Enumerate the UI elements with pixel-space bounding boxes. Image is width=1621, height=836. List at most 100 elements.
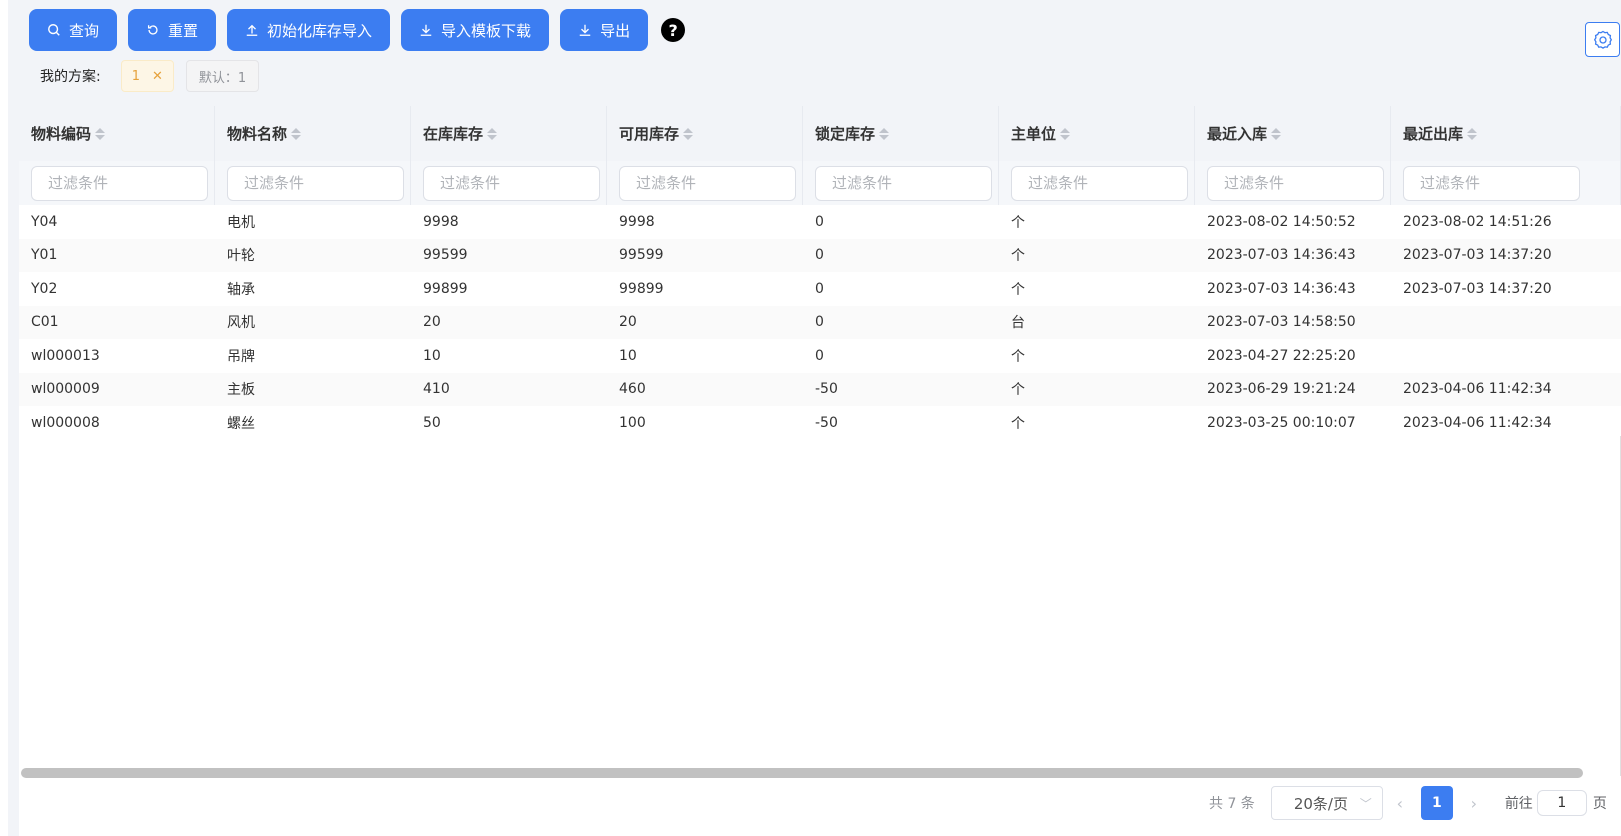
download-icon [420,24,432,36]
sort-icon[interactable] [879,127,890,140]
query-button[interactable]: 查询 [29,9,118,51]
filter-cell [999,161,1195,205]
table-cell: 410 [423,381,450,398]
column-header-label: 在库库存 [423,125,484,143]
table-cell: 2023-03-25 00:10:07 [1207,414,1356,431]
table-cell: -50 [815,414,838,431]
column-header[interactable]: 可用库存 [607,106,803,161]
table-cell: 0 [815,314,824,331]
table-cell: 9998 [423,213,459,230]
chevron-down-icon: ﹀ [1359,796,1372,811]
filter-input[interactable] [1403,165,1580,201]
sort-icon[interactable] [95,127,106,140]
table-cell: 0 [815,247,824,264]
table-cell: 轴承 [227,281,255,298]
sort-icon[interactable] [291,127,302,140]
filter-cell [803,161,999,205]
search-icon [48,24,60,36]
next-page-icon[interactable]: › [1457,794,1491,813]
export-button-label: 导出 [600,21,631,40]
sort-icon[interactable] [1060,127,1071,140]
pagination: 共 7 条 20条/页 ﹀ ‹ 1 › 前往 页 [1209,786,1607,820]
table-cell: 460 [619,381,646,398]
filter-cell [215,161,411,205]
table-cell: 0 [815,280,824,297]
refresh-icon [147,25,158,35]
table-cell: 2023-08-02 14:50:52 [1207,213,1356,230]
table-cell: 2023-08-02 14:51:26 [1403,213,1552,230]
table-cell: 个 [1011,348,1025,365]
table-cell: Y01 [31,247,58,264]
export-button[interactable]: 导出 [560,9,649,51]
column-header-label: 可用库存 [619,125,680,143]
sort-icon[interactable] [1467,127,1478,140]
table-cell: wl000008 [31,414,100,431]
page-size-select[interactable]: 20条/页 ﹀ [1270,786,1383,820]
table-row[interactable]: wl000013 吊牌 10 10 0 个 2023-04-27 22:25:20 [19,339,1621,373]
template-download-button[interactable]: 导入模板下载 [401,9,550,51]
column-header[interactable]: 最近出库 [1391,106,1621,161]
horizontal-scrollbar[interactable] [21,768,1583,778]
scheme-tag-default[interactable]: 默认：1 [185,60,260,92]
page-size-value: 20条/页 [1293,794,1348,813]
total-count: 共 7 条 [1209,796,1255,812]
filter-input[interactable] [31,165,208,201]
table-row[interactable]: wl000009 主板 410 460 -50 个 2023-06-29 19:21:24 2… [19,372,1621,406]
table-cell: 个 [1011,214,1025,231]
column-header[interactable]: 物料编码 [19,106,215,161]
query-button-label: 查询 [69,21,100,40]
column-header[interactable]: 最近入库 [1195,106,1391,161]
toolbar: 查询 重置 初始化库存导入 导入模板下载 导出 ? [29,8,686,52]
reset-button[interactable]: 重置 [128,9,217,51]
sort-icon[interactable] [683,127,694,140]
template-download-label: 导入模板下载 [441,21,532,40]
table-panel: 物料编码 物料名称 在库库存 可用库存 锁定库存 主单位 最近入库 最近出库 Y04 电机 999… [19,106,1621,836]
table-row[interactable]: Y01 叶轮 99599 99599 0 个 2023-07-03 14:36:43 2023… [19,238,1621,272]
column-header-label: 最近出库 [1403,125,1464,143]
sort-icon[interactable] [487,127,498,140]
table-row[interactable]: Y04 电机 9998 9998 0 个 2023-08-02 14:50:52 2023-0… [19,205,1621,239]
table-cell: 100 [619,414,646,431]
init-import-button[interactable]: 初始化库存导入 [227,9,391,51]
column-header[interactable]: 在库库存 [411,106,607,161]
table-cell: 2023-07-03 14:58:50 [1207,314,1356,331]
table-cell: Y02 [31,280,58,297]
init-import-label: 初始化库存导入 [267,21,373,40]
help-icon[interactable]: ? [661,18,686,42]
filter-input[interactable] [1207,165,1384,201]
column-header[interactable]: 物料名称 [215,106,411,161]
table-cell: 10 [619,347,637,364]
filter-input[interactable] [423,165,600,201]
page-number-current[interactable]: 1 [1420,786,1453,820]
table-cell: -50 [815,381,838,398]
prev-page-icon[interactable]: ‹ [1383,794,1417,813]
table-cell: 2023-04-06 11:42:34 [1403,414,1552,431]
table-cell: 10 [423,347,441,364]
column-settings-button[interactable] [1585,22,1620,57]
table-cell: 99599 [423,247,468,264]
table-cell: 0 [815,213,824,230]
table-cell: 吊牌 [227,348,255,365]
table-row[interactable]: Y02 轴承 99899 99899 0 个 2023-07-03 14:36:43 2023… [19,272,1621,306]
goto-page-input[interactable] [1536,790,1587,816]
column-header-label: 物料名称 [227,125,288,143]
column-header[interactable]: 主单位 [999,106,1195,161]
table-cell: 个 [1011,248,1025,265]
filter-input[interactable] [815,165,992,201]
table-cell: 个 [1011,382,1025,399]
table-cell: wl000013 [31,347,100,364]
table-cell: wl000009 [31,381,100,398]
scheme-tag-active[interactable]: 1 ✕ [120,60,174,92]
table-cell: 0 [815,347,824,364]
filter-input[interactable] [227,165,404,201]
column-header-label: 最近入库 [1207,125,1268,143]
close-icon[interactable]: ✕ [152,69,163,84]
sort-icon[interactable] [1271,127,1282,140]
filter-input[interactable] [619,165,796,201]
table-row[interactable]: wl000008 螺丝 50 100 -50 个 2023-03-25 00:10:07 20… [19,406,1621,440]
upload-icon [246,24,258,36]
table-row[interactable]: C01 风机 20 20 0 台 2023-07-03 14:58:50 [19,305,1621,339]
column-header[interactable]: 锁定库存 [803,106,999,161]
table-cell: 2023-07-03 14:37:20 [1403,247,1552,264]
filter-input[interactable] [1011,165,1188,201]
